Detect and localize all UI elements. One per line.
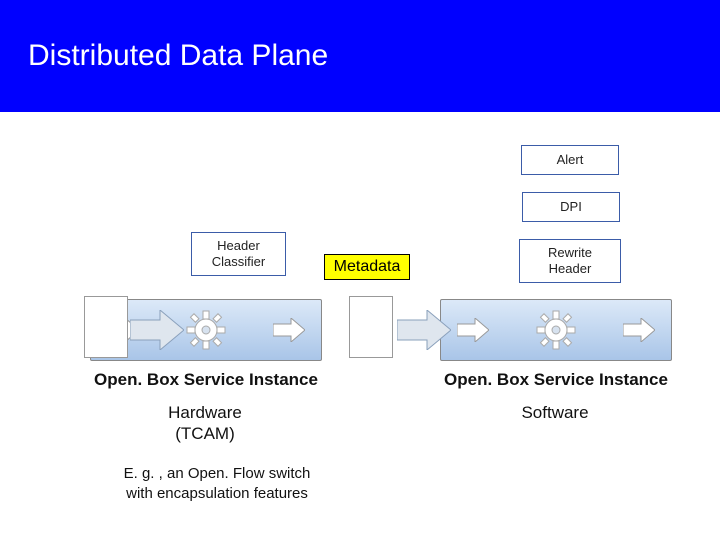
example-l2: with encapsulation features — [97, 484, 337, 504]
example-l1: E. g. , an Open. Flow switch — [97, 464, 337, 484]
gear-icon — [536, 310, 576, 350]
inner-arrow-icon — [623, 318, 655, 342]
block-hc-l1: Header — [217, 238, 260, 254]
block-rewrite-header: Rewrite Header — [519, 239, 621, 283]
service-instance-right — [440, 299, 672, 361]
service-instance-right-label: Open. Box Service Instance — [440, 370, 672, 390]
page-title: Distributed Data Plane — [28, 39, 328, 73]
block-header-classifier: Header Classifier — [191, 232, 286, 276]
title-bar: Distributed Data Plane — [0, 0, 720, 112]
block-alert: Alert — [521, 145, 619, 175]
hardware-l2: (TCAM) — [130, 423, 280, 444]
service-instance-left-label: Open. Box Service Instance — [90, 370, 322, 390]
block-alert-label: Alert — [557, 152, 584, 168]
software-label: Software — [500, 402, 610, 423]
flow-arrow-icon — [397, 310, 451, 350]
gear-icon — [186, 310, 226, 350]
block-dpi-label: DPI — [560, 199, 582, 215]
hardware-label: Hardware (TCAM) — [130, 402, 280, 445]
block-metadata: Metadata — [324, 254, 410, 280]
block-rewrite-l1: Rewrite — [548, 245, 592, 261]
inner-arrow-icon — [457, 318, 489, 342]
inner-arrow-icon — [273, 318, 305, 342]
block-metadata-label: Metadata — [334, 258, 401, 276]
block-dpi: DPI — [522, 192, 620, 222]
block-hc-l2: Classifier — [212, 254, 265, 270]
example-caption: E. g. , an Open. Flow switch with encaps… — [97, 464, 337, 503]
hardware-l1: Hardware — [130, 402, 280, 423]
diagram-canvas: Alert DPI Rewrite Header Header Classifi… — [0, 112, 720, 540]
block-rewrite-l2: Header — [549, 261, 592, 277]
flow-arrow-icon — [130, 310, 184, 350]
